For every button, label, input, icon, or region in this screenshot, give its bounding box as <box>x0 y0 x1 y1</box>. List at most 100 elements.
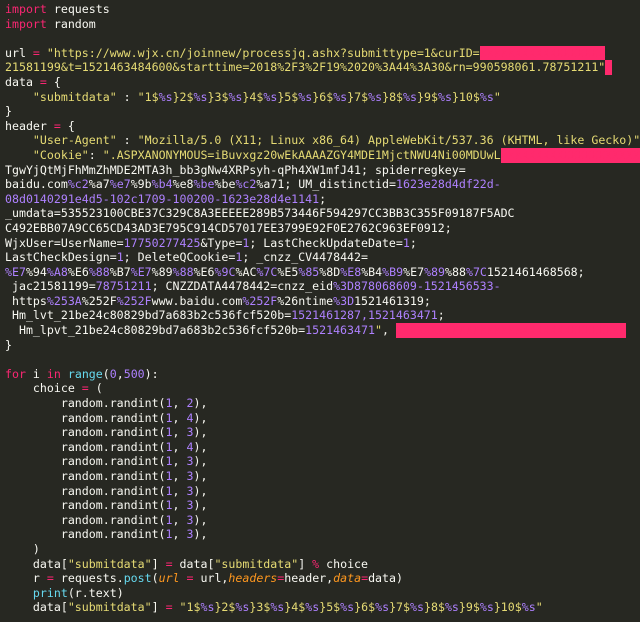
redaction-bar: XXXXXXXXXXXXXXXXXXXXXXXXX <box>500 147 640 163</box>
code-token: 1521461468568; <box>486 264 585 279</box>
code-token: ), <box>193 498 208 513</box>
code-token: 08d0140291e4d5-102c1709-100200-1623e28d4… <box>5 191 320 206</box>
code-token: %8D <box>319 264 341 279</box>
code-token: ; <box>319 191 327 206</box>
code-token: }2$ <box>172 89 194 104</box>
code-token: %a7 <box>88 177 110 192</box>
code-line: random.randint(1, 3), <box>5 469 640 484</box>
code-token: url, <box>193 571 229 586</box>
code-token: post <box>123 571 152 586</box>
code-token: = <box>165 556 173 571</box>
code-token: %B4 <box>361 264 383 279</box>
code-token: ( <box>151 571 159 586</box>
code-token: data <box>333 571 362 586</box>
code-token: , <box>172 498 187 513</box>
code-token: , <box>172 483 187 498</box>
code-token: baidu.com <box>5 177 68 192</box>
code-line: 21581199&t=1521463484600&starttime=2018%… <box>5 60 640 75</box>
code-token: }3$ <box>207 89 229 104</box>
code-token: TgwYjQtMjFhMmZhMDE2MTA3h_bb3gNw4XRPsyh-q… <box>5 162 466 177</box>
code-token: "https://www.wjx.cn/joinnew/processjq.as… <box>46 45 480 60</box>
code-token: data[ <box>172 556 215 571</box>
code-token: %s <box>228 89 243 104</box>
code-line: } <box>5 338 640 353</box>
code-token: %c2 <box>235 177 257 192</box>
code-token: " <box>535 600 543 615</box>
code-token: choice <box>5 381 82 396</box>
code-token: %c2 <box>67 177 89 192</box>
code-token: = <box>186 571 194 586</box>
code-token: , <box>172 469 187 483</box>
code-token: %E7 <box>5 264 26 279</box>
code-line: random.randint(1, 4), <box>5 440 640 455</box>
code-editor[interactable]: import requests import random url = "http… <box>0 0 640 622</box>
code-token: 1 <box>165 454 173 469</box>
code-token: "Cookie" <box>32 147 89 162</box>
code-line: %E7%94%A8%E6%88%B7%E7%89%88%E6%9C%AC%7C%… <box>5 265 640 280</box>
code-token: 500 <box>123 366 145 381</box>
code-token: 878068609-1521456533- <box>354 279 501 294</box>
code-token: ] <box>151 600 166 615</box>
code-token: %A8 <box>46 264 68 279</box>
code-token: random.randint( <box>5 454 166 469</box>
code-line: import requests <box>5 2 640 17</box>
code-token: ; <box>437 308 445 323</box>
code-token: requests <box>46 2 110 16</box>
code-token: 1 <box>165 439 173 454</box>
code-token: %E6 <box>67 264 89 279</box>
code-token: %E7 <box>130 264 152 279</box>
code-line: "Cookie": ".ASPXANONYMOUS=iBuvxgz20wEkAA… <box>5 147 640 163</box>
code-token: 1 <box>116 250 124 265</box>
code-line: Hm_lvt_21be24c80829bd7a683b2c536fcf520b=… <box>5 308 640 323</box>
code-token: %E8 <box>340 264 362 279</box>
code-token: 0 <box>109 366 117 381</box>
code-token: }4$ <box>242 89 264 104</box>
code-line: data = { <box>5 75 640 90</box>
code-token: ; _cnzz_CV4478442= <box>242 250 368 265</box>
code-token: %s <box>521 600 536 615</box>
code-token: , <box>172 512 187 527</box>
code-token: }3$ <box>249 600 271 615</box>
code-token: %252F <box>81 293 117 308</box>
code-token: print <box>32 585 68 600</box>
code-token: = <box>81 381 89 396</box>
code-line: baidu.com%c2%a7%e7%9b%b4%e8%be%be%c2%a71… <box>5 177 640 192</box>
code-line: "User-Agent" : "Mozilla/5.0 (X11; Linux … <box>5 133 640 148</box>
code-token: %3D <box>333 279 355 294</box>
code-token: %a71; UM_distinctid= <box>256 177 397 192</box>
code-line: import random <box>5 17 640 32</box>
code-token: r <box>5 571 47 586</box>
code-token: Hm_lpvt_21be24c80829bd7a683b2c536fcf520b… <box>5 323 306 338</box>
code-token: %88 <box>445 264 466 279</box>
code-token: }10$ <box>493 600 522 615</box>
code-token: %252F <box>116 293 152 308</box>
code-token: "Mozilla/5.0 (X11; Linux x86_64) AppleWe… <box>137 133 640 148</box>
code-token: random.randint( <box>5 410 166 425</box>
code-token: 1 <box>165 396 173 411</box>
code-token: data) <box>368 571 403 586</box>
code-line: random.randint(1, 2), <box>5 396 640 411</box>
code-token: ), <box>193 512 208 527</box>
code-token: = <box>165 600 173 615</box>
code-token: C492EBB07A9CC65CD43AD3E795C914CD57017EE3… <box>5 220 452 235</box>
code-token: %89 <box>424 264 446 279</box>
code-token: choice <box>319 556 369 571</box>
code-line: } <box>5 104 640 119</box>
code-token: ( <box>88 381 103 396</box>
code-token: (r.text) <box>67 585 124 600</box>
code-token: "submitdata" <box>214 556 299 571</box>
code-line: random.randint(1, 3), <box>5 425 640 440</box>
code-token: }8$ <box>382 89 404 104</box>
code-token: %s <box>479 89 494 104</box>
code-token: : <box>88 147 103 162</box>
code-token: , <box>172 439 187 454</box>
code-token: %B7 <box>109 264 131 279</box>
code-token: random.randint( <box>5 498 166 513</box>
code-token: Hm_lvt_21be24c80829bd7a683b2c536fcf520b= <box>5 308 292 323</box>
